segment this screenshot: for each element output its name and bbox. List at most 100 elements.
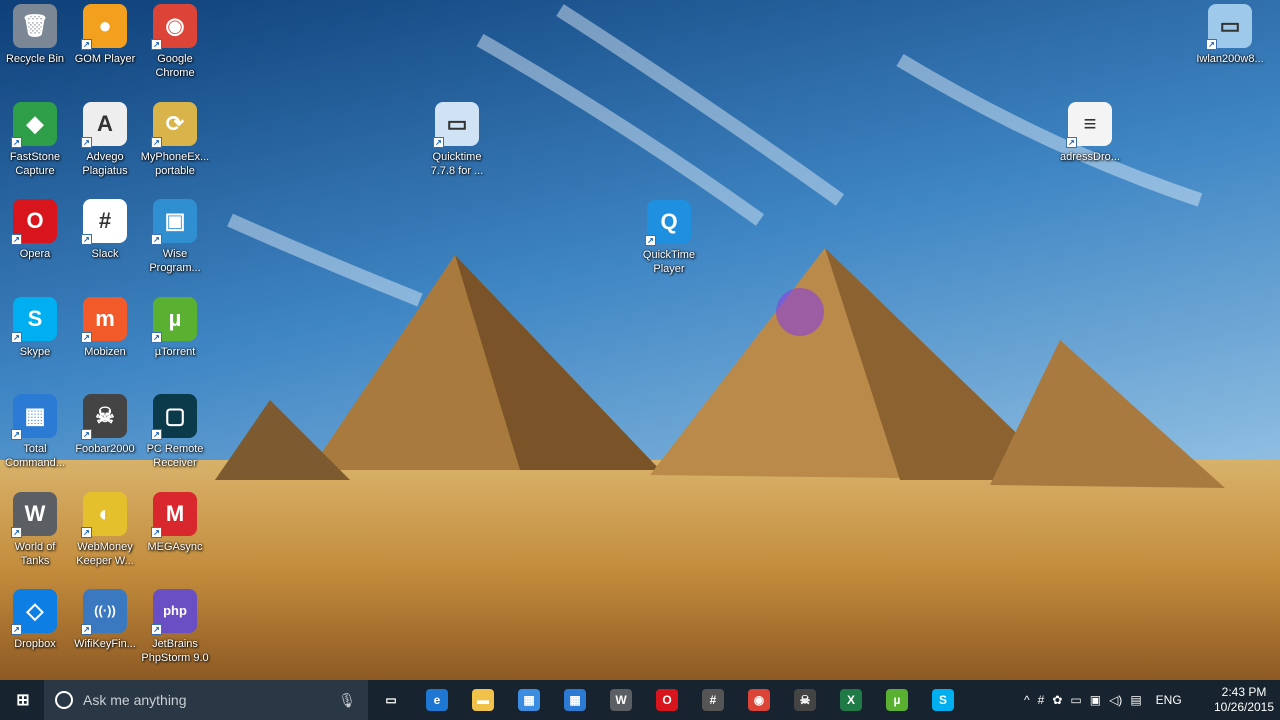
- taskbar-excel-button[interactable]: X: [828, 680, 874, 720]
- icon-glyph: 🗑: [21, 13, 49, 38]
- slack-tray-icon[interactable]: #: [1038, 693, 1045, 707]
- desktop-icon-slack[interactable]: # ↗ Slack: [70, 199, 140, 261]
- dropbox-tray-icon[interactable]: ✿: [1052, 693, 1062, 707]
- shortcut-arrow-icon: ↗: [433, 137, 444, 148]
- shortcut-arrow-icon: ↗: [81, 624, 92, 635]
- cortana-search-box[interactable]: Ask me anything 🎙: [44, 680, 368, 720]
- clock-date: 10/26/2015: [1213, 700, 1275, 714]
- system-tray: ^ # ✿ ▭ ▣ ◁) ▤ ENG: [1024, 680, 1182, 720]
- desktop-icon-label: adressDro...: [1060, 151, 1120, 163]
- icon-glyph: W: [24, 500, 46, 526]
- desktop-icon-mobizen[interactable]: m ↗ Mobizen: [70, 296, 140, 359]
- desktop-icon-quicktime-player[interactable]: Q ↗ QuickTime Player: [634, 200, 704, 276]
- edge-icon: e: [426, 689, 448, 711]
- icon-glyph: A: [97, 110, 113, 136]
- desktop-icon-label: Wise Program...: [149, 248, 201, 274]
- desktop-icon-label: JetBrains PhpStorm 9.0: [141, 638, 209, 664]
- desktop-icon-torrent[interactable]: µ ↗ µTorrent: [140, 296, 210, 359]
- desktop-icon-world-of-tanks[interactable]: W ↗ World of Tanks: [0, 491, 70, 568]
- desktop-icon-label: MyPhoneEx... portable: [140, 150, 210, 177]
- taskbar-total-commander-button[interactable]: ▦: [552, 680, 598, 720]
- slack-icon: # ↗: [81, 199, 127, 245]
- shortcut-arrow-icon: ↗: [151, 234, 162, 245]
- desktop-icon-pc-remote-receiver[interactable]: ▢ ↗ PC Remote Receiver: [140, 394, 210, 470]
- shortcut-arrow-icon: ↗: [151, 136, 162, 148]
- mobizen-icon: m ↗: [81, 296, 127, 343]
- advego-plagiatus-icon: A ↗: [81, 101, 127, 148]
- desktop-icon-wifikeyfin[interactable]: ((·)) ↗ WifiKeyFin...: [70, 589, 140, 651]
- desktop-icon-faststone-capture[interactable]: ◆ ↗ FastStone Capture: [0, 101, 70, 178]
- world-of-tanks-icon: W: [610, 689, 632, 711]
- show-hidden-icons-chevron-icon[interactable]: ^: [1024, 693, 1030, 707]
- desktop-icon-total-command[interactable]: ▦ ↗ Total Command...: [0, 394, 70, 470]
- start-button[interactable]: ⊞: [0, 680, 46, 720]
- iwlan200w8-icon: ▭ ↗: [1206, 4, 1252, 50]
- desktop-icon-gom-player[interactable]: ● ↗ GOM Player: [70, 4, 140, 66]
- taskbar-skype-button[interactable]: S: [920, 680, 966, 720]
- battery-icon[interactable]: ▭: [1070, 693, 1081, 707]
- desktop-icon-jetbrains-phpstorm-9-0[interactable]: php ↗ JetBrains PhpStorm 9.0: [140, 589, 210, 665]
- desktop-icon-label: Foobar2000: [75, 443, 135, 455]
- desktop-icon-myphoneex-portable[interactable]: ⟳ ↗ MyPhoneEx... portable: [140, 101, 210, 178]
- desktop-icon-recycle-bin[interactable]: 🗑 Recycle Bin: [0, 4, 70, 66]
- desktop-icon-quicktime-7-7-8-for[interactable]: ▭ ↗ Quicktime 7.7.8 for ...: [422, 102, 492, 178]
- desktop-icon-dropbox[interactable]: ◇ ↗ Dropbox: [0, 589, 70, 651]
- desktop-icon-advego-plagiatus[interactable]: A ↗ Advego Plagiatus: [70, 101, 140, 178]
- icon-glyph: µ: [168, 305, 182, 331]
- desktop-icon-google-chrome[interactable]: ◉ ↗ Google Chrome: [140, 4, 210, 80]
- desktop-icon-foobar2000[interactable]: ☠ ↗ Foobar2000: [70, 394, 140, 456]
- taskbar-opera-button[interactable]: O: [644, 680, 690, 720]
- desktop-icon-skype[interactable]: S ↗ Skype: [0, 296, 70, 359]
- desktop-icon-iwlan200w8[interactable]: ▭ ↗ Iwlan200w8...: [1195, 4, 1265, 66]
- microphone-icon[interactable]: 🎙: [338, 692, 356, 709]
- icon-glyph: S: [27, 305, 43, 331]
- shortcut-arrow-icon: ↗: [11, 526, 22, 538]
- shortcut-arrow-icon: ↗: [1066, 137, 1077, 148]
- volume-icon[interactable]: ◁): [1109, 693, 1122, 707]
- taskbar-chrome-button[interactable]: ◉: [736, 680, 782, 720]
- icon-glyph: #: [98, 208, 112, 233]
- shortcut-arrow-icon: ↗: [81, 331, 92, 343]
- cortana-circle-icon: [55, 691, 73, 709]
- desktop-icon-label: Slack: [91, 248, 119, 260]
- taskbar-foobar2000-button[interactable]: ☠: [782, 680, 828, 720]
- icon-glyph: php: [163, 603, 187, 618]
- taskbar-slack-button[interactable]: #: [690, 680, 736, 720]
- taskbar-task-view-button[interactable]: ▭: [368, 680, 414, 720]
- desktop-icon-label: WebMoney Keeper W...: [76, 540, 134, 567]
- desktop-icon-label: Skype: [19, 345, 51, 358]
- desktop-icon-label: MEGAsync: [147, 540, 203, 553]
- desktop-icon-wise-program[interactable]: ▣ ↗ Wise Program...: [140, 199, 210, 275]
- taskbar-store-button[interactable]: ▦: [506, 680, 552, 720]
- task-view-icon: ▭: [385, 693, 397, 707]
- webmoney-keeper-w-icon: ◐ ↗: [81, 491, 127, 538]
- shortcut-arrow-icon: ↗: [11, 331, 22, 343]
- clock-time: 2:43 PM: [1221, 685, 1267, 699]
- icon-glyph: ◉: [165, 13, 185, 38]
- taskbar-edge-button[interactable]: e: [414, 680, 460, 720]
- desktop-icon-adressdro[interactable]: ≡ ↗ adressDro...: [1055, 102, 1125, 164]
- action-center-icon[interactable]: ▤: [1130, 693, 1141, 707]
- icon-glyph: ●: [98, 13, 112, 38]
- taskbar-world-of-tanks-button[interactable]: W: [598, 680, 644, 720]
- chrome-icon: ◉: [748, 689, 770, 711]
- foobar2000-icon: ☠: [794, 689, 816, 711]
- clock[interactable]: 2:43 PM 10/26/2015: [1212, 680, 1276, 720]
- desktop-icon-label: QuickTime Player: [642, 249, 696, 275]
- desktop-icon-label: FastStone Capture: [9, 150, 61, 177]
- skype-icon: S ↗: [11, 296, 57, 343]
- desktop-icon-opera[interactable]: O ↗ Opera: [0, 199, 70, 261]
- language-indicator[interactable]: ENG: [1156, 693, 1182, 707]
- desktop-icon-label: PC Remote Receiver: [146, 443, 204, 469]
- icon-glyph: ≡: [1083, 111, 1097, 136]
- taskbar-utorrent-button[interactable]: µ: [874, 680, 920, 720]
- desktop-icon-label: µTorrent: [154, 345, 196, 358]
- skype-icon: S: [932, 689, 954, 711]
- desktop-icon-webmoney-keeper-w[interactable]: ◐ ↗ WebMoney Keeper W...: [70, 491, 140, 568]
- network-icon[interactable]: ▣: [1090, 693, 1101, 707]
- recycle-bin-icon: 🗑: [13, 4, 57, 48]
- shortcut-arrow-icon: ↗: [81, 39, 92, 50]
- taskbar-file-explorer-button[interactable]: ▬: [460, 680, 506, 720]
- google-chrome-icon: ◉ ↗: [151, 4, 197, 50]
- desktop-icon-megasync[interactable]: M ↗ MEGAsync: [140, 491, 210, 554]
